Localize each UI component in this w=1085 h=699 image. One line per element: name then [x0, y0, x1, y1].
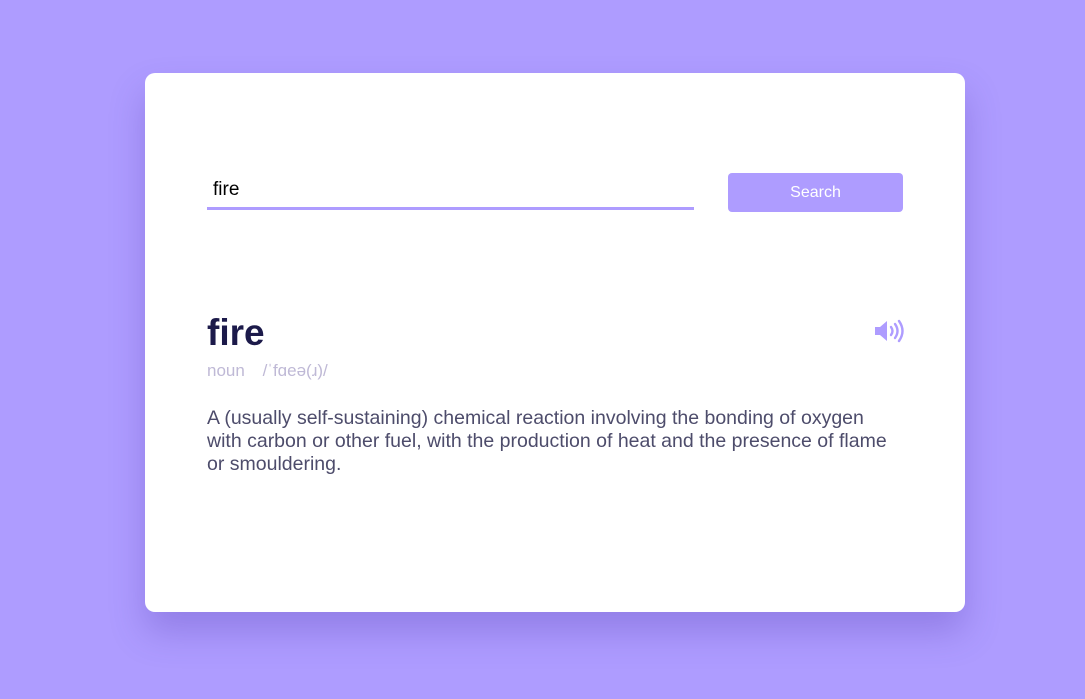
word-meta: noun /ˈfɑeə(ɹ)/	[207, 361, 328, 381]
play-pronunciation-button[interactable]	[873, 318, 907, 344]
search-button[interactable]: Search	[728, 173, 903, 212]
phonetic: /ˈfɑeə(ɹ)/	[262, 361, 328, 380]
result-word: fire	[207, 312, 265, 353]
definition-text: A (usually self-sustaining) chemical rea…	[207, 407, 887, 475]
search-input[interactable]	[207, 173, 694, 210]
speaker-volume-icon	[875, 319, 904, 343]
part-of-speech: noun	[207, 361, 245, 380]
search-bar: Search	[207, 173, 903, 213]
dictionary-card: Search fire noun /ˈfɑeə(ɹ)/ A (usually s…	[145, 73, 965, 612]
